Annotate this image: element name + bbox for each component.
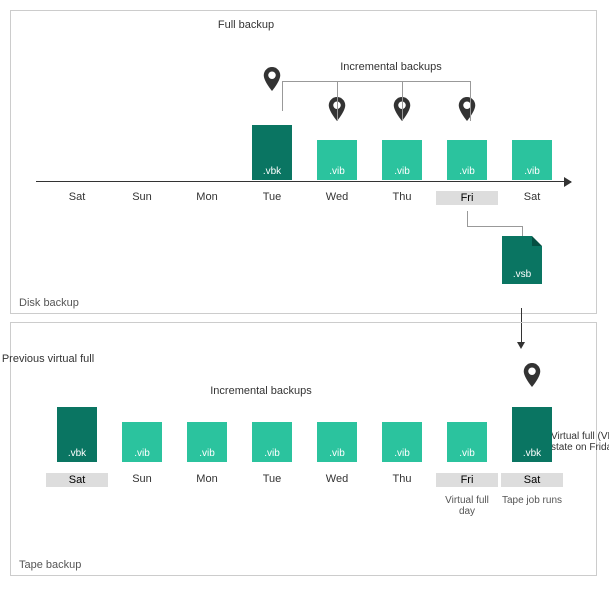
full-backup-bar: .vbk bbox=[512, 407, 552, 462]
pin-icon bbox=[458, 97, 476, 121]
connector bbox=[337, 81, 338, 121]
full-backup-bar: .vbk bbox=[57, 407, 97, 462]
day-label: Tue bbox=[241, 191, 303, 203]
day-label-highlight: Fri bbox=[436, 473, 498, 487]
day-label: Mon bbox=[176, 191, 238, 203]
day-label: Thu bbox=[371, 473, 433, 485]
inc-backup-bar: .vib bbox=[382, 140, 422, 180]
pin-icon bbox=[523, 363, 541, 387]
day-label: Wed bbox=[306, 473, 368, 485]
connector bbox=[467, 226, 522, 227]
disk-backup-panel: Disk backup Full backup Incremental back… bbox=[10, 10, 597, 314]
day-label: Wed bbox=[306, 191, 368, 203]
day-label-highlight: Sat bbox=[501, 473, 563, 487]
inc-backup-bar: .vib bbox=[382, 422, 422, 462]
inc-backup-bar: .vib bbox=[317, 140, 357, 180]
virtual-full-day-label: Virtual full day bbox=[436, 495, 498, 517]
inc-backup-bar: .vib bbox=[252, 422, 292, 462]
inc-backup-bar: .vib bbox=[122, 422, 162, 462]
tape-panel-label: Tape backup bbox=[19, 559, 81, 571]
connector bbox=[522, 226, 523, 236]
tape-backup-panel: Tape backup Previous virtual full Increm… bbox=[10, 322, 597, 576]
day-label: Sun bbox=[111, 191, 173, 203]
day-label: Thu bbox=[371, 191, 433, 203]
day-label: Mon bbox=[176, 473, 238, 485]
disk-timeline: Sat Sun Mon .vbk Tue .vib Wed .vib Thu .… bbox=[26, 41, 581, 231]
full-backup-bar: .vbk bbox=[252, 125, 292, 180]
inc-backup-bar: .vib bbox=[187, 422, 227, 462]
connector bbox=[282, 81, 470, 82]
inc-backup-bar: .vib bbox=[447, 140, 487, 180]
inc-backup-bar: .vib bbox=[317, 422, 357, 462]
day-label-highlight: Fri bbox=[436, 191, 498, 205]
tape-timeline: .vbk Sat .vib Sun .vib Mon .vib Tue .vib… bbox=[26, 323, 581, 523]
pin-icon bbox=[263, 67, 281, 91]
inc-backup-bar: .vib bbox=[512, 140, 552, 180]
connector bbox=[282, 81, 283, 111]
tape-job-runs-label: Tape job runs bbox=[501, 495, 563, 506]
connector bbox=[467, 211, 468, 226]
full-backup-caption: Full backup bbox=[176, 19, 316, 31]
day-label: Sun bbox=[111, 473, 173, 485]
vsb-file-icon: .vsb bbox=[502, 236, 542, 284]
day-label: Sat bbox=[501, 191, 563, 203]
day-label-highlight: Sat bbox=[46, 473, 108, 487]
day-label: Sat bbox=[46, 191, 108, 203]
inc-backup-bar: .vib bbox=[447, 422, 487, 462]
connector bbox=[402, 81, 403, 121]
connector bbox=[470, 81, 471, 121]
disk-panel-label: Disk backup bbox=[19, 297, 79, 309]
day-label: Tue bbox=[241, 473, 303, 485]
